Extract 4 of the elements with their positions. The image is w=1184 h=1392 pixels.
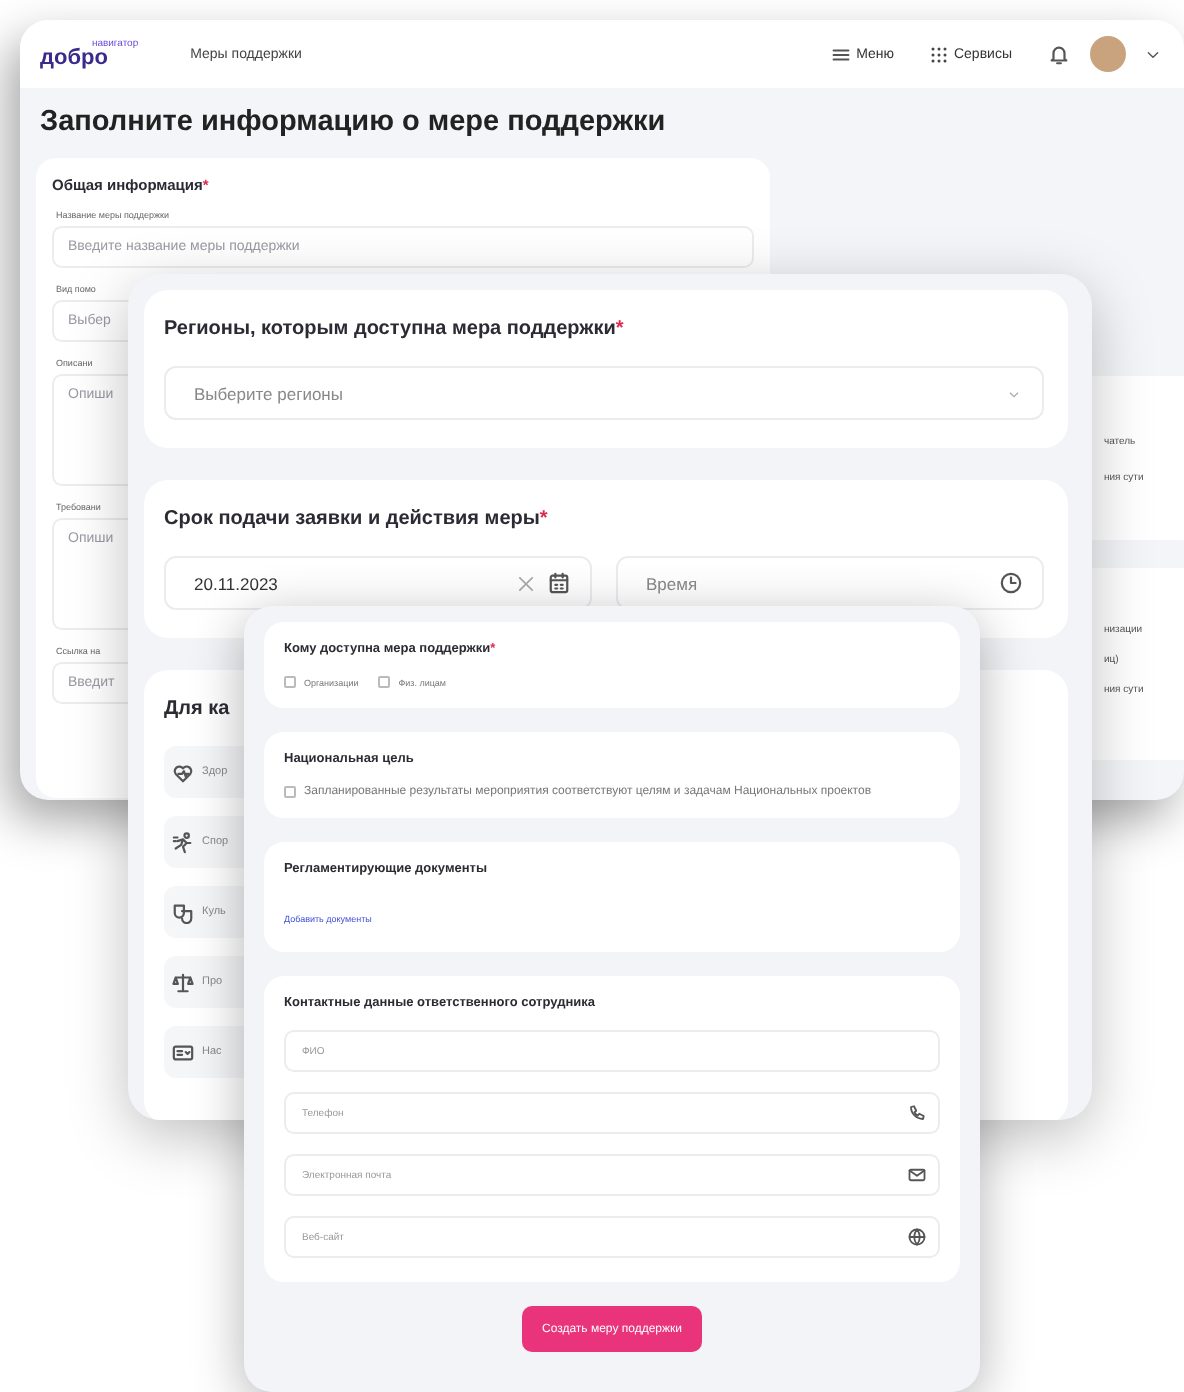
section-title: Для ка xyxy=(164,698,232,722)
page-title: Заполните информацию о мере поддержки xyxy=(40,106,668,138)
section-title: Регионы, которым доступна мера поддержки* xyxy=(164,318,626,342)
section-title: Срок подачи заявки и действия меры* xyxy=(164,508,550,532)
